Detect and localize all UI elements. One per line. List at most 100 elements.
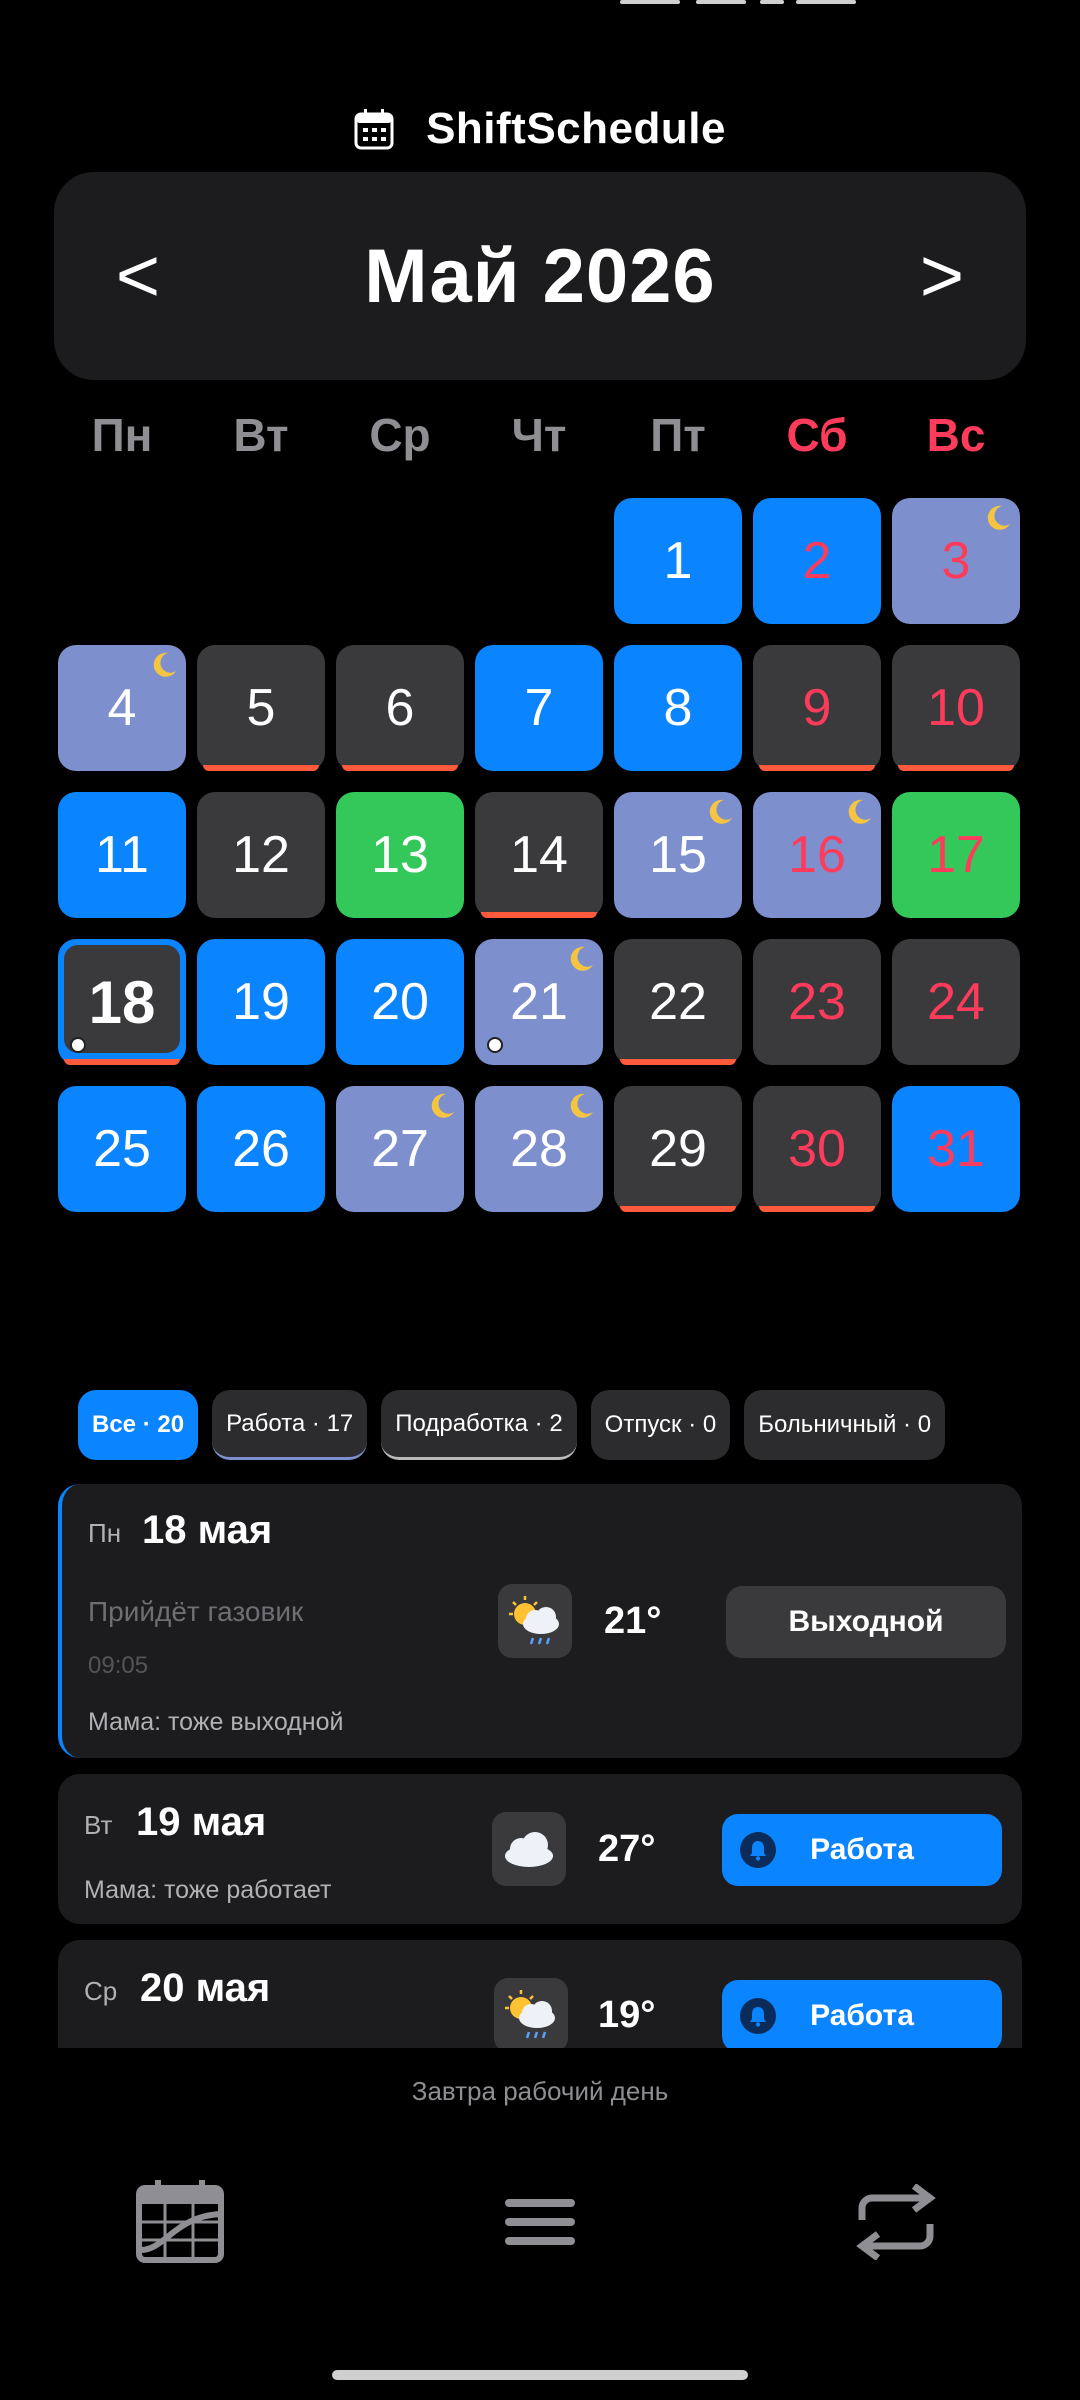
day-number: 2 — [802, 532, 832, 590]
day-number: 25 — [93, 1120, 151, 1178]
calendar-day[interactable]: 10 — [892, 645, 1020, 771]
filter-chip[interactable]: Подработка · 2 — [381, 1390, 577, 1460]
calendar-day[interactable]: 22 — [614, 939, 742, 1065]
day-number: 22 — [649, 973, 707, 1031]
entry-weekday: Вт — [84, 1810, 113, 1840]
weekday-tue: Вт — [233, 409, 289, 461]
weekday-header: Пн Вт Ср Чт Пт Сб Вс — [58, 408, 1022, 474]
shift-type-label: Работа — [810, 1833, 914, 1866]
day-number: 27 — [371, 1120, 429, 1178]
day-number: 18 — [88, 968, 156, 1036]
shift-marker — [64, 1059, 180, 1065]
calendar-day[interactable]: 15 — [614, 792, 742, 918]
moon-icon — [570, 946, 593, 971]
entry-date: 18 мая — [142, 1508, 273, 1552]
calendar-day[interactable]: 3 — [892, 498, 1020, 624]
calendar-day[interactable]: 21 — [475, 939, 603, 1065]
day-entry-card[interactable]: Пн 18 мая Прийдёт газовик 09:05 Мама: то… — [58, 1484, 1022, 1758]
day-entry-card[interactable]: Ср 20 мая 19° Работа — [58, 1940, 1022, 2048]
calendar-day[interactable]: 23 — [753, 939, 881, 1065]
calendar-day[interactable]: 17 — [892, 792, 1020, 918]
calendar-day[interactable]: 8 — [614, 645, 742, 771]
weekday-thu: Чт — [511, 409, 567, 461]
calendar-day[interactable]: 24 — [892, 939, 1020, 1065]
weekday-sat: Сб — [786, 409, 848, 461]
calendar-day[interactable]: 26 — [197, 1086, 325, 1212]
calendar-day[interactable]: 19 — [197, 939, 325, 1065]
day-number: 30 — [788, 1120, 846, 1178]
calendar-day[interactable]: 31 — [892, 1086, 1020, 1212]
calendar-day[interactable]: 7 — [475, 645, 603, 771]
bottom-nav — [0, 2160, 1080, 2280]
calendar-day[interactable]: 16 — [753, 792, 881, 918]
moon-icon — [709, 799, 732, 824]
weather-tile — [498, 1584, 572, 1658]
day-number: 12 — [232, 826, 290, 884]
nav-menu-button[interactable] — [490, 2172, 590, 2272]
day-number: 6 — [385, 679, 415, 737]
day-number: 16 — [788, 826, 846, 884]
weekday-mon: Пн — [91, 409, 153, 461]
bell-icon — [740, 1998, 776, 2034]
day-number: 17 — [927, 826, 985, 884]
calendar-day[interactable]: 29 — [614, 1086, 742, 1212]
calendar-day[interactable]: 25 — [58, 1086, 186, 1212]
shift-marker — [898, 765, 1014, 771]
calendar-day[interactable]: 1 — [614, 498, 742, 624]
calendar-day[interactable]: 13 — [336, 792, 464, 918]
calendar-day[interactable]: 27 — [336, 1086, 464, 1212]
app-header: ShiftSchedule — [0, 94, 1080, 164]
day-number: 14 — [510, 826, 568, 884]
calendar-day[interactable]: 11 — [58, 792, 186, 918]
day-number: 4 — [107, 679, 137, 737]
month-selector: < Май 2026 > — [54, 172, 1026, 380]
shift-type-button[interactable]: Выходной — [726, 1586, 1006, 1658]
calendar-day[interactable]: 5 — [197, 645, 325, 771]
month-title: Май 2026 — [364, 233, 716, 319]
filter-chips: Все · 20 Работа · 17 Подработка · 2 Отпуск … — [78, 1390, 946, 1460]
calendar-day[interactable]: 30 — [753, 1086, 881, 1212]
calendar-day[interactable]: 12 — [197, 792, 325, 918]
prev-month-button[interactable]: < — [88, 233, 188, 320]
moon-icon — [987, 505, 1010, 530]
filter-chip[interactable]: Отпуск · 0 — [590, 1390, 731, 1460]
calendar-day[interactable]: 28 — [475, 1086, 603, 1212]
nav-calendar-button[interactable] — [130, 2172, 230, 2272]
sun-cloud-rain-icon — [509, 1596, 559, 1645]
calendar-day[interactable]: 6 — [336, 645, 464, 771]
day-list[interactable]: Пн 18 мая Прийдёт газовик 09:05 Мама: то… — [58, 1484, 1022, 2048]
day-number: 7 — [524, 679, 554, 737]
weather-tile — [492, 1812, 566, 1886]
shift-marker — [342, 765, 458, 771]
calendar-day[interactable]: 14 — [475, 792, 603, 918]
day-number: 21 — [510, 973, 568, 1031]
moon-icon — [570, 1093, 593, 1118]
day-number: 5 — [246, 679, 276, 737]
day-entry-card[interactable]: Вт 19 мая Мама: тоже работает 27° Работа — [58, 1774, 1022, 1924]
next-month-button[interactable]: > — [892, 233, 992, 320]
calendar-day[interactable]: 20 — [336, 939, 464, 1065]
nav-sync-button[interactable] — [846, 2172, 946, 2272]
shift-type-button[interactable]: Работа — [722, 1814, 1002, 1886]
day-number: 26 — [232, 1120, 290, 1178]
status-bar — [600, 0, 900, 8]
entry-note: Мама: тоже работает — [84, 1876, 332, 1904]
day-number: 13 — [371, 826, 429, 884]
shift-type-button[interactable]: Работа — [722, 1980, 1002, 2048]
day-number: 19 — [232, 973, 290, 1031]
entry-date: 20 мая — [140, 1966, 271, 2010]
filter-chip[interactable]: Работа · 17 — [212, 1390, 368, 1460]
filter-chip[interactable]: Больничный · 0 — [744, 1390, 946, 1460]
weather-tile — [494, 1978, 568, 2048]
home-indicator[interactable] — [332, 2370, 748, 2380]
calendar-day[interactable]: 2 — [753, 498, 881, 624]
day-number: 24 — [927, 973, 985, 1031]
calendar-day[interactable]: 9 — [753, 645, 881, 771]
shift-marker — [203, 765, 319, 771]
calendar-icon — [354, 109, 394, 150]
filter-chip[interactable]: Все · 20 — [78, 1390, 199, 1460]
entry-weekday: Пн — [88, 1518, 122, 1548]
moon-icon — [153, 652, 176, 677]
calendar-day[interactable]: 4 — [58, 645, 186, 771]
calendar-day-today[interactable]: 18 — [58, 939, 186, 1065]
